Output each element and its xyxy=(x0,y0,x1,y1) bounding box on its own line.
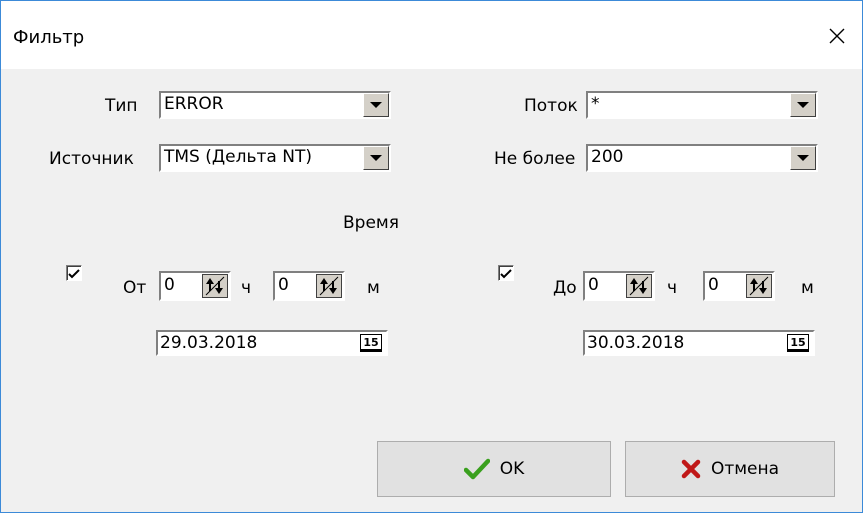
cancel-button[interactable]: Отмена xyxy=(625,441,835,497)
to-minutes-unit: м xyxy=(801,278,814,298)
from-hours-value: 0 xyxy=(164,275,175,295)
ok-button[interactable]: OK xyxy=(377,441,611,497)
thread-label: Поток xyxy=(524,96,578,116)
spin-arrows-icon xyxy=(319,276,339,296)
red-x-icon xyxy=(681,459,701,479)
from-minutes-spin-button[interactable] xyxy=(316,274,342,298)
time-heading: Время xyxy=(343,213,399,233)
thread-value: * xyxy=(591,94,600,114)
dialog-body: Тип ERROR Источник TMS (Дельта NT) Поток… xyxy=(1,69,862,512)
thread-select[interactable]: * xyxy=(586,91,818,119)
calendar-icon[interactable]: 15 xyxy=(787,334,809,352)
to-hours-unit: ч xyxy=(667,278,678,298)
from-label: От xyxy=(123,278,147,298)
to-minutes-value: 0 xyxy=(708,275,719,295)
limit-label: Не более xyxy=(494,149,576,169)
cancel-label: Отмена xyxy=(710,459,780,479)
limit-dropdown-button[interactable] xyxy=(790,146,816,170)
from-minutes-unit: м xyxy=(367,278,380,298)
to-hours-spinner[interactable]: 0 xyxy=(583,271,655,301)
chevron-down-icon xyxy=(797,155,809,161)
source-label: Источник xyxy=(49,149,134,169)
to-label: До xyxy=(553,278,577,298)
chevron-down-icon xyxy=(370,102,382,108)
to-minutes-spin-button[interactable] xyxy=(746,274,772,298)
from-hours-spinner[interactable]: 0 xyxy=(159,271,231,301)
spin-arrows-icon xyxy=(629,276,649,296)
checkmark-icon xyxy=(68,269,80,279)
from-hours-unit: ч xyxy=(241,278,252,298)
source-select[interactable]: TMS (Дельта NT) xyxy=(159,144,391,172)
from-hours-spin-button[interactable] xyxy=(202,274,228,298)
checkmark-icon xyxy=(500,269,512,279)
type-select[interactable]: ERROR xyxy=(159,91,391,119)
from-enabled-checkbox[interactable] xyxy=(66,265,82,281)
chevron-down-icon xyxy=(797,102,809,108)
type-value: ERROR xyxy=(164,94,224,114)
from-minutes-value: 0 xyxy=(278,275,289,295)
from-date-value: 29.03.2018 xyxy=(160,333,258,353)
type-label: Тип xyxy=(105,96,138,116)
source-dropdown-button[interactable] xyxy=(363,146,389,170)
source-value: TMS (Дельта NT) xyxy=(164,147,312,167)
spin-arrows-icon xyxy=(749,276,769,296)
to-enabled-checkbox[interactable] xyxy=(498,265,514,281)
chevron-down-icon xyxy=(370,155,382,161)
thread-dropdown-button[interactable] xyxy=(790,93,816,117)
limit-select[interactable]: 200 xyxy=(586,144,818,172)
to-hours-spin-button[interactable] xyxy=(626,274,652,298)
from-minutes-spinner[interactable]: 0 xyxy=(273,271,345,301)
to-minutes-spinner[interactable]: 0 xyxy=(703,271,775,301)
spin-arrows-icon xyxy=(205,276,225,296)
ok-label: OK xyxy=(499,459,525,479)
from-date-picker[interactable]: 29.03.2018 15 xyxy=(156,330,388,356)
title-bar: Фильтр xyxy=(1,1,862,69)
close-button[interactable] xyxy=(822,21,852,51)
type-dropdown-button[interactable] xyxy=(363,93,389,117)
close-icon xyxy=(829,28,845,44)
to-hours-value: 0 xyxy=(588,275,599,295)
window-title: Фильтр xyxy=(13,27,85,48)
limit-value: 200 xyxy=(591,147,624,167)
to-date-picker[interactable]: 30.03.2018 15 xyxy=(583,330,815,356)
filter-dialog: Фильтр Тип ERROR Источник TMS (Дельта NT… xyxy=(0,0,863,513)
green-checkmark-icon xyxy=(463,458,490,480)
to-date-value: 30.03.2018 xyxy=(587,333,685,353)
calendar-icon[interactable]: 15 xyxy=(360,334,382,352)
